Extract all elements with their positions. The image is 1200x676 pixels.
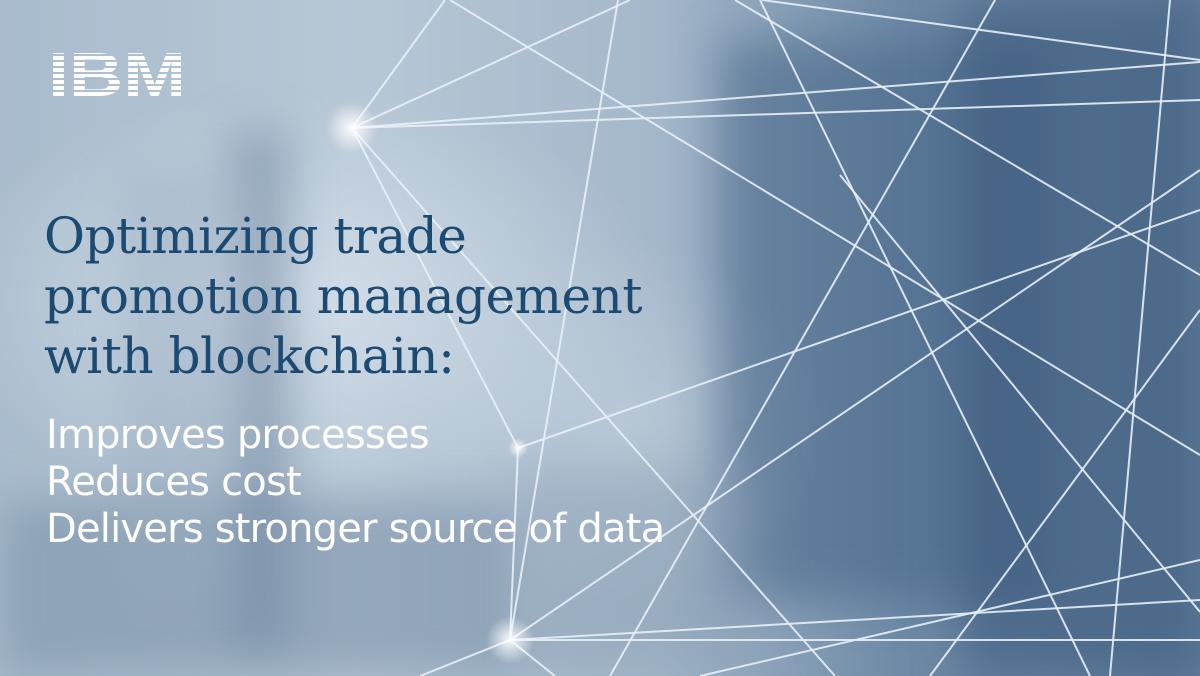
svg-text:IBM: IBM [48,50,186,102]
benefit-list: Improves processes Reduces cost Delivers… [46,412,665,553]
benefit-item: Delivers stronger source of data [46,506,665,552]
headline-line: Optimizing trade [44,207,467,265]
ibm-logo: IBM [48,50,186,102]
promo-banner: IBM Optimizing trade promotion managemen… [0,0,1200,676]
benefit-item: Reduces cost [46,459,302,505]
headline-line: with blockchain: [44,327,455,385]
benefit-item: Improves processes [46,412,430,458]
headline-line: promotion management [44,267,642,325]
headline: Optimizing trade promotion management wi… [44,206,642,386]
